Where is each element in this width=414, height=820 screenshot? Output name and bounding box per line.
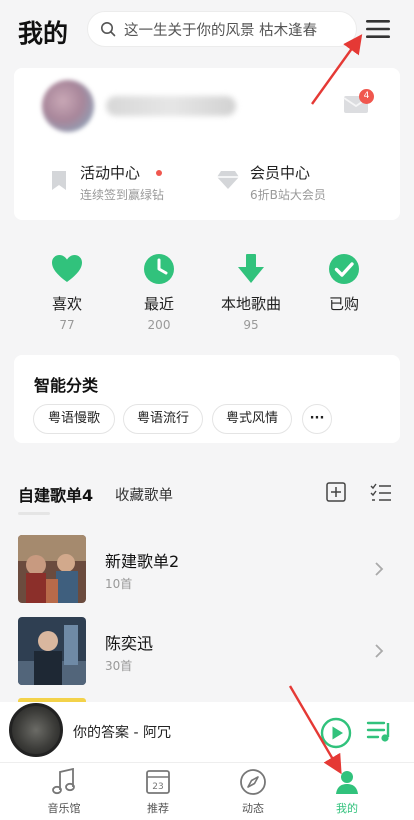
playlist-count: 10首 (105, 577, 133, 591)
category-chip[interactable]: 粤语慢歌 (33, 404, 115, 434)
recent-count: 200 (147, 318, 171, 332)
vip-center-title: 会员中心 (250, 164, 311, 182)
activity-center-desc: 连续签到赢绿钻 (80, 188, 165, 202)
nav-label-recommend: 推荐 (147, 802, 169, 815)
compass-icon (240, 769, 266, 795)
chevron-right-icon (375, 644, 384, 658)
local-songs-label: 本地歌曲 (220, 295, 281, 313)
now-playing-song[interactable]: 你的答案 - 阿冗 (73, 722, 171, 742)
nav-label-feed: 动态 (242, 802, 264, 815)
activity-center-title: 活动中心 (80, 164, 141, 182)
nav-item-feed[interactable]: 动态 (218, 768, 288, 816)
like-label: 喜欢 (51, 295, 82, 313)
avatar[interactable] (42, 80, 94, 132)
like-count: 77 (59, 318, 75, 332)
nav-item-mine[interactable]: 我的 (312, 768, 382, 816)
tab-created-playlists[interactable]: 自建歌单4 (18, 482, 93, 506)
download-icon (238, 254, 264, 283)
category-chip[interactable]: 粤语流行 (123, 404, 203, 434)
recent-label: 最近 (143, 295, 174, 313)
search-icon (101, 22, 116, 37)
clock-icon (144, 254, 174, 284)
nav-item-recommend[interactable]: 23 推荐 (123, 768, 193, 816)
bookmark-icon (52, 171, 66, 190)
add-playlist-icon[interactable] (326, 482, 346, 502)
nav-item-music-hall[interactable]: 音乐馆 (29, 768, 99, 816)
quick-action-local-songs[interactable]: 本地歌曲 95 (211, 252, 291, 332)
playlist-count: 30首 (105, 659, 133, 673)
heart-icon (52, 255, 82, 282)
menu-icon[interactable] (365, 16, 391, 42)
activity-red-dot (156, 170, 162, 176)
username-blurred[interactable] (106, 96, 236, 116)
nav-label-mine: 我的 (336, 802, 358, 815)
manage-list-icon[interactable] (370, 482, 392, 502)
category-chip[interactable]: 粤式风情 (212, 404, 292, 434)
playlist-name: 新建歌单2 (105, 552, 180, 571)
chevron-right-icon (375, 562, 384, 576)
vip-center-desc: 6折B站大会员 (250, 188, 326, 202)
tab-collected-playlists[interactable]: 收藏歌单 (115, 484, 173, 505)
mail-badge: 4 (359, 89, 374, 104)
diamond-icon (217, 171, 239, 189)
purchased-label: 已购 (328, 295, 359, 313)
smart-category-title: 智能分类 (34, 376, 99, 395)
playlist-queue-icon[interactable] (366, 719, 394, 745)
calendar-icon: 23 (146, 770, 170, 794)
quick-action-recent[interactable]: 最近 200 (119, 252, 199, 332)
nav-label-music-hall: 音乐馆 (47, 802, 81, 815)
playlist-cover-image (18, 535, 86, 603)
calendar-day: 23 (152, 782, 163, 792)
vip-center-entry[interactable]: 会员中心 6折B站大会员 (212, 158, 382, 206)
playlist-cover-image (18, 617, 86, 685)
local-songs-count: 95 (243, 318, 259, 332)
check-icon (329, 254, 359, 284)
tab-underline (18, 512, 50, 515)
playlist-row[interactable]: 新建歌单2 10首 (0, 532, 414, 606)
quick-action-purchased[interactable]: 已购 (304, 252, 384, 314)
profile-icon (336, 771, 358, 794)
activity-center-entry[interactable]: 活动中心 连续签到赢绿钻 (40, 158, 200, 206)
quick-action-like[interactable]: 喜欢 77 (27, 252, 107, 332)
more-categories-button[interactable]: ··· (302, 404, 332, 434)
album-disc[interactable] (9, 703, 63, 757)
playlist-row[interactable]: 陈奕迅 30首 (0, 614, 414, 688)
music-note-icon (52, 768, 75, 795)
search-placeholder: 这一生关于你的风景 枯木逢春 (124, 22, 318, 39)
page-title: 我的 (18, 19, 69, 48)
play-icon[interactable] (320, 717, 352, 749)
playlist-name: 陈奕迅 (105, 634, 154, 653)
search-input[interactable]: 这一生关于你的风景 枯木逢春 (87, 11, 357, 47)
